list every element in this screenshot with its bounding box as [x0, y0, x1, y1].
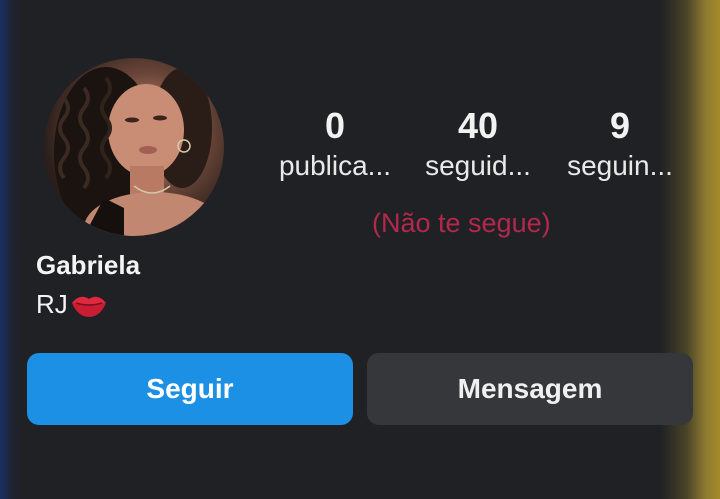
lips-kiss-icon — [70, 291, 108, 319]
follow-button[interactable]: Seguir — [27, 353, 353, 425]
avatar-photo — [54, 67, 224, 236]
profile-bio: RJ — [36, 289, 108, 320]
message-button[interactable]: Mensagem — [367, 353, 693, 425]
profile-name: Gabriela — [36, 250, 141, 280]
bio-text: RJ — [36, 289, 68, 319]
followers-label: seguid... — [425, 150, 531, 181]
followers-count: 40 — [457, 105, 499, 146]
left-edge-shade — [0, 0, 22, 499]
posts-count: 0 — [324, 105, 346, 146]
stat-following[interactable]: 9 seguin... — [558, 104, 682, 184]
relationship-status: (Não te segue) — [372, 208, 551, 238]
profile-header-screen: 0 publica... 40 seguid... 9 seguin... (N… — [0, 0, 720, 499]
stat-posts[interactable]: 0 publica... — [268, 104, 402, 184]
following-count: 9 — [609, 105, 631, 146]
following-label: seguin... — [567, 150, 673, 181]
posts-label: publica... — [278, 150, 392, 181]
avatar[interactable] — [44, 58, 224, 236]
stat-followers[interactable]: 40 seguid... — [416, 104, 540, 184]
